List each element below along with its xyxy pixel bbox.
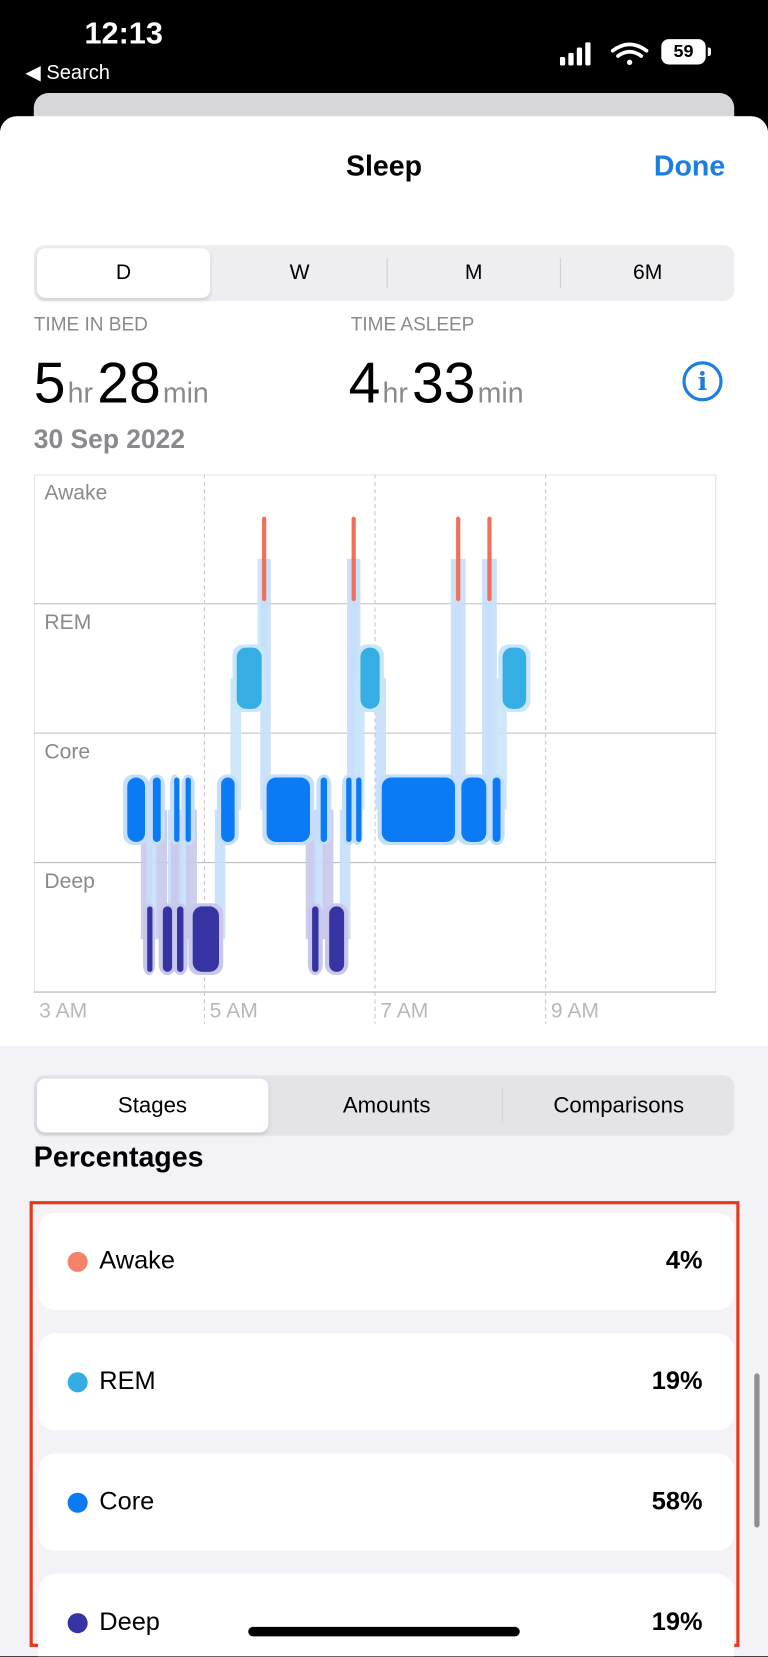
tab-amounts[interactable]: Amounts	[271, 1075, 502, 1135]
stage-percentage: 19%	[651, 1366, 703, 1396]
stage-label-rem: REM	[44, 611, 91, 634]
core-segment	[152, 777, 161, 842]
core-segment	[185, 777, 191, 842]
asleep-minutes: 33	[412, 351, 476, 416]
core-segment	[266, 777, 310, 842]
rem-segment	[502, 647, 527, 709]
bed-hours: 5	[33, 351, 66, 416]
rem-dot-icon	[67, 1372, 88, 1393]
rem-segment	[360, 647, 380, 709]
asleep-hours: 4	[348, 351, 381, 416]
core-segment	[381, 777, 456, 842]
stage-label-awake: Awake	[44, 482, 107, 505]
deep-segment	[329, 906, 345, 972]
core-segment	[461, 777, 487, 842]
stage-name: Deep	[99, 1607, 160, 1637]
status-time: 12:13	[84, 16, 163, 51]
percentage-row-deep[interactable]: Deep 19%	[38, 1574, 735, 1657]
core-segment	[356, 777, 362, 842]
deep-segment	[312, 906, 319, 972]
stage-percentage: 58%	[651, 1487, 703, 1516]
tab-6-months[interactable]: 6M	[561, 245, 734, 301]
deep-segment	[177, 906, 184, 972]
percentage-row-awake[interactable]: Awake 4%	[38, 1212, 735, 1310]
back-to-search-link[interactable]: ◀ Search	[25, 61, 110, 85]
deep-segment	[162, 906, 173, 972]
wifi-icon	[610, 42, 649, 65]
deep-segment	[192, 906, 219, 972]
view-segmented-control: Stages Amounts Comparisons	[33, 1075, 735, 1136]
percentage-row-rem[interactable]: REM 19%	[38, 1333, 735, 1431]
core-segment	[346, 777, 352, 842]
date-label: 30 Sep 2022	[33, 424, 186, 455]
min-unit: min	[162, 377, 209, 409]
tab-month[interactable]: M	[387, 245, 560, 301]
awake-dot-icon	[67, 1251, 88, 1272]
percentages-title: Percentages	[33, 1140, 204, 1173]
x-tick-label: 7 AM	[380, 999, 428, 1022]
awake-segment	[351, 516, 356, 602]
hr-unit: hr	[67, 377, 94, 409]
stage-percentage: 19%	[651, 1607, 703, 1637]
stage-name: REM	[99, 1366, 156, 1396]
x-tick-label: 3 AM	[39, 999, 87, 1022]
bed-minutes: 28	[97, 351, 161, 416]
cellular-signal-icon	[559, 42, 591, 66]
screen: 12:13 ◀ Search 59 Sleep Done D W M 6M TI…	[0, 0, 768, 1657]
time-in-bed-label: TIME IN BED	[33, 313, 148, 335]
stage-percentage: 4%	[665, 1246, 703, 1276]
tab-week[interactable]: W	[213, 245, 386, 301]
hr-unit: hr	[382, 377, 408, 409]
time-in-bed-value: 5hr28min	[34, 351, 213, 416]
tab-day[interactable]: D	[36, 248, 210, 298]
core-segment	[174, 777, 180, 842]
core-dot-icon	[67, 1492, 88, 1513]
x-tick-label: 5 AM	[210, 999, 258, 1022]
core-segment	[320, 777, 328, 842]
rem-segment	[236, 647, 262, 709]
battery-tip	[707, 47, 711, 56]
page-title: Sleep	[345, 150, 423, 182]
core-segment	[127, 777, 146, 842]
info-circle-icon[interactable]: i	[682, 361, 723, 402]
battery-icon: 59	[661, 39, 706, 65]
min-unit: min	[477, 377, 524, 409]
x-tick-label: 9 AM	[551, 999, 599, 1022]
tab-comparisons[interactable]: Comparisons	[503, 1075, 734, 1135]
stage-label-core: Core	[44, 740, 90, 763]
core-segment	[492, 777, 501, 842]
awake-segment	[456, 516, 461, 602]
stage-label-deep: Deep	[44, 870, 94, 893]
awake-segment	[487, 516, 492, 602]
status-icons	[559, 42, 649, 66]
scrollbar[interactable]	[754, 1373, 760, 1528]
range-segmented-control: D W M 6M	[33, 245, 735, 302]
done-button[interactable]: Done	[654, 150, 725, 183]
time-asleep-value: 4hr33min	[349, 351, 528, 416]
time-asleep-label: TIME ASLEEP	[350, 313, 475, 335]
awake-segment	[262, 516, 267, 602]
deep-dot-icon	[67, 1613, 88, 1634]
stage-name: Awake	[99, 1246, 175, 1276]
sleep-stages-chart: 3 AM 5 AM 7 AM 9 AM Awake REM Core Deep	[33, 474, 717, 1024]
percentage-row-core[interactable]: Core 58%	[38, 1453, 735, 1551]
deep-segment	[147, 906, 153, 972]
sleep-sheet: Sleep Done D W M 6M TIME IN BED TIME ASL…	[0, 116, 768, 1657]
stage-name: Core	[99, 1487, 155, 1516]
tab-stages[interactable]: Stages	[36, 1078, 268, 1133]
core-segment	[221, 777, 235, 842]
home-indicator	[248, 1626, 520, 1637]
